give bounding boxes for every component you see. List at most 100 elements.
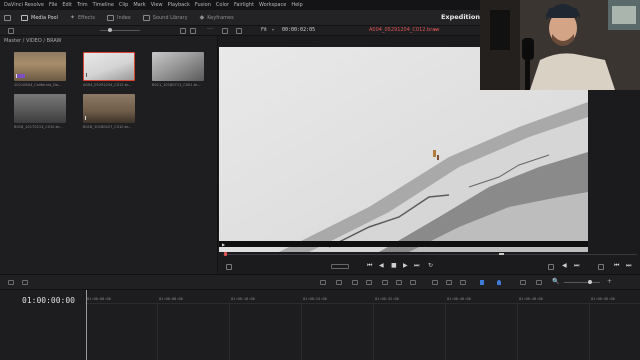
- menu-file[interactable]: File: [49, 2, 57, 8]
- replace-icon[interactable]: [410, 280, 416, 285]
- fit-chevron-down-icon: ▾: [272, 27, 275, 32]
- marker-icon[interactable]: [497, 280, 501, 285]
- clip-thumbnail[interactable]: [83, 94, 135, 123]
- zoom-plus-icon[interactable]: +: [607, 278, 612, 285]
- tab-media-pool[interactable]: Media Pool: [15, 10, 64, 26]
- timeline-playhead[interactable]: [86, 290, 87, 360]
- timeline-panel: 01:00:00:00 01:00:00:00 01:00:08:00 01:0…: [0, 290, 640, 360]
- ruler-label: 01:00:48:00: [519, 297, 543, 301]
- breadcrumb[interactable]: Master / VIDEO / BRAW: [4, 38, 61, 44]
- timeline-ruler[interactable]: 01:00:00:00 01:00:08:00 01:00:16:00 01:0…: [85, 290, 640, 304]
- timeline-last-frame-button[interactable]: ⏭: [626, 263, 631, 269]
- ruler-label: 01:00:56:00: [591, 297, 615, 301]
- flag-icon[interactable]: [480, 280, 484, 285]
- zoom-fit-select[interactable]: Fit: [261, 27, 267, 33]
- viewer-bottom-strip: ▶: [219, 241, 588, 247]
- insert-icon[interactable]: [382, 280, 388, 285]
- tab-sound-library[interactable]: Sound Library: [137, 10, 194, 26]
- clip-thumbnail[interactable]: [83, 52, 135, 81]
- more-options-icon[interactable]: ···: [207, 26, 213, 33]
- stop-button[interactable]: ■: [391, 263, 397, 269]
- tab-index[interactable]: Index: [101, 10, 137, 26]
- loop-button[interactable]: ↻: [428, 263, 433, 269]
- overwrite-icon[interactable]: [396, 280, 402, 285]
- tab-media-pool-label: Media Pool: [31, 14, 58, 21]
- linked-selection-icon[interactable]: [446, 280, 452, 285]
- clip-name: B016_10170213_C010.br...: [14, 125, 63, 129]
- webcam-overlay: [480, 0, 640, 90]
- timeline-grid-line: [589, 304, 590, 360]
- menu-fairlight[interactable]: Fairlight: [234, 2, 254, 8]
- menu-timeline[interactable]: Timeline: [93, 2, 114, 8]
- zoom-out-icon[interactable]: [536, 280, 542, 285]
- jog-control[interactable]: [331, 264, 349, 269]
- clip-thumbnail[interactable]: [14, 94, 66, 123]
- zoom-in-icon[interactable]: 🔍: [552, 278, 559, 285]
- first-frame-button[interactable]: ⏮: [367, 263, 372, 269]
- menu-help[interactable]: Help: [291, 2, 302, 8]
- ruler-label: 01:00:08:00: [159, 297, 183, 301]
- timeline-viewer-icon[interactable]: [598, 264, 604, 270]
- viewer-mode-icon[interactable]: [222, 28, 228, 34]
- snapping-icon[interactable]: [432, 280, 438, 285]
- menu-view[interactable]: View: [151, 2, 163, 8]
- audio-note-icon: [85, 116, 88, 120]
- timeline-zoom-slider[interactable]: [564, 282, 600, 283]
- ruler-label: 01:00:32:00: [375, 297, 399, 301]
- scrub-bar[interactable]: [219, 252, 640, 256]
- menu-color[interactable]: Color: [216, 2, 229, 8]
- list-view-icon[interactable]: [8, 28, 14, 34]
- clip-thumbnail[interactable]: [14, 52, 66, 81]
- ruler-label: 01:00:40:00: [447, 297, 471, 301]
- metadata-view-icon[interactable]: [190, 28, 196, 34]
- menu-clip[interactable]: Clip: [119, 2, 128, 8]
- menu-playback[interactable]: Playback: [168, 2, 190, 8]
- blade-tool-icon[interactable]: [366, 280, 372, 285]
- audio-level-icon[interactable]: [520, 280, 526, 285]
- clip-name-chevron-down-icon: ▾: [434, 27, 437, 32]
- position-lock-icon[interactable]: [460, 280, 466, 285]
- timeline-grid-line: [373, 304, 374, 360]
- menu-app[interactable]: DaVinci Resolve: [4, 2, 44, 8]
- menu-workspace[interactable]: Workspace: [259, 2, 286, 8]
- tab-effects[interactable]: ✦ Effects: [64, 10, 101, 26]
- ruler-label: 01:00:16:00: [231, 297, 255, 301]
- menu-fusion[interactable]: Fusion: [195, 2, 211, 8]
- zoom-slider[interactable]: [100, 30, 140, 31]
- track-height-icon[interactable]: [22, 280, 28, 285]
- grid-view-icon[interactable]: [180, 28, 186, 34]
- trim-tool-icon[interactable]: [336, 280, 342, 285]
- timeline-options-icon[interactable]: [8, 280, 14, 285]
- scrub-playhead[interactable]: [224, 252, 227, 256]
- play-button[interactable]: ▶: [403, 263, 408, 269]
- next-frame-button[interactable]: ⏭: [414, 263, 419, 269]
- tab-index-label: Index: [116, 14, 131, 21]
- dynamic-trim-icon[interactable]: [352, 280, 358, 285]
- viewer-clip-name[interactable]: A004_05291204_C012.braw: [369, 27, 439, 33]
- ruler-label: 01:00:24:00: [303, 297, 327, 301]
- replace-clip-button[interactable]: ⏭: [574, 263, 579, 269]
- scrub-marker: [499, 253, 504, 255]
- timeline-zoom-knob[interactable]: [588, 280, 592, 284]
- panel-toggle-icon: [4, 14, 11, 21]
- clip-name: 20210604_California_Da...: [14, 83, 62, 87]
- timeline-first-frame-button[interactable]: ⏮: [614, 263, 619, 269]
- menu-trim[interactable]: Trim: [77, 2, 88, 8]
- zoom-slider-knob[interactable]: [108, 28, 112, 32]
- viewer-layout-icon[interactable]: [236, 28, 242, 34]
- menu-mark[interactable]: Mark: [133, 2, 145, 8]
- clip-thumbnail[interactable]: [152, 52, 204, 81]
- selection-tool-icon[interactable]: [320, 280, 326, 285]
- overwrite-clip-icon[interactable]: [548, 264, 554, 270]
- media-pool-panel: Master / VIDEO / BRAW 20210604_Californi…: [0, 36, 218, 274]
- tab-sound-library-label: Sound Library: [152, 14, 188, 21]
- tab-keyframes[interactable]: ◆ Keyframes: [194, 10, 240, 26]
- menu-edit[interactable]: Edit: [62, 2, 72, 8]
- toggle-panel-button[interactable]: [0, 10, 15, 26]
- insert-clip-button[interactable]: ◀: [562, 263, 567, 269]
- keyframes-icon: ◆: [199, 14, 205, 21]
- index-icon: [106, 14, 114, 21]
- step-back-button[interactable]: ◀: [379, 263, 384, 269]
- viewer-aspect-icon[interactable]: [226, 264, 232, 270]
- scrub-track[interactable]: [223, 254, 637, 255]
